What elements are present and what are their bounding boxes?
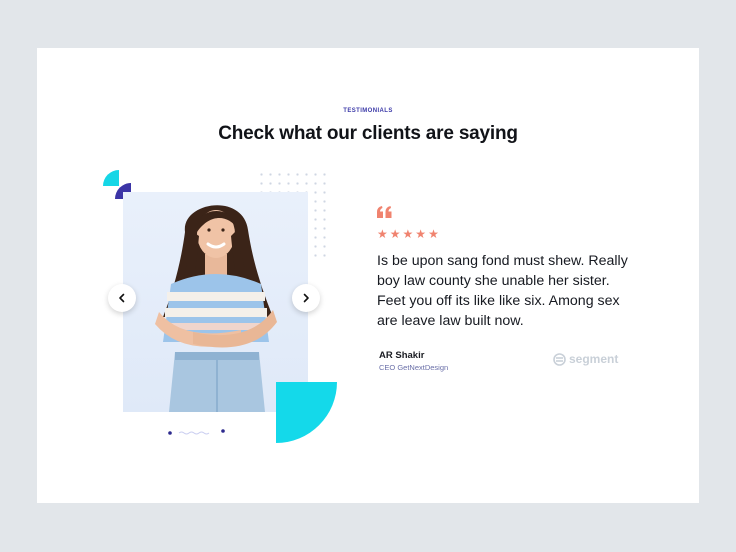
- woman-portrait-illustration: [155, 205, 277, 412]
- star-icon: ★: [377, 227, 388, 241]
- section-heading: Check what our clients are saying: [218, 123, 518, 144]
- star-icon: ★: [415, 227, 427, 241]
- company-logo: segment: [553, 352, 618, 366]
- segment-logo-icon: [553, 352, 566, 366]
- chevron-right-icon: [303, 293, 309, 303]
- star-rating: ★ ★ ★ ★ ★: [377, 228, 439, 240]
- pager-wave-decoration: [178, 431, 210, 435]
- chevron-left-icon: [119, 293, 125, 303]
- star-icon: ★: [428, 227, 439, 241]
- teal-corner-decoration: [276, 382, 337, 443]
- next-slide-button[interactable]: [292, 284, 320, 312]
- teal-shape-decoration: [103, 170, 119, 186]
- star-icon: ★: [389, 227, 401, 241]
- author-role: CEO GetNextDesign: [379, 363, 449, 372]
- company-logo-text: segment: [569, 352, 619, 366]
- testimonials-card: TESTIMONIALS Check what our clients are …: [37, 48, 699, 503]
- slide-pager[interactable]: [167, 428, 227, 436]
- section-eyebrow: TESTIMONIALS: [343, 108, 393, 114]
- pager-dot[interactable]: [221, 429, 225, 433]
- star-icon: ★: [402, 227, 414, 241]
- testimonial-text: Is be upon sang fond must shew. Really b…: [377, 253, 628, 329]
- pager-dot-active[interactable]: [168, 431, 172, 435]
- client-photo: [123, 192, 308, 412]
- prev-slide-button[interactable]: [108, 284, 136, 312]
- author-name: AR Shakir: [379, 350, 425, 361]
- quote-icon: [377, 206, 392, 218]
